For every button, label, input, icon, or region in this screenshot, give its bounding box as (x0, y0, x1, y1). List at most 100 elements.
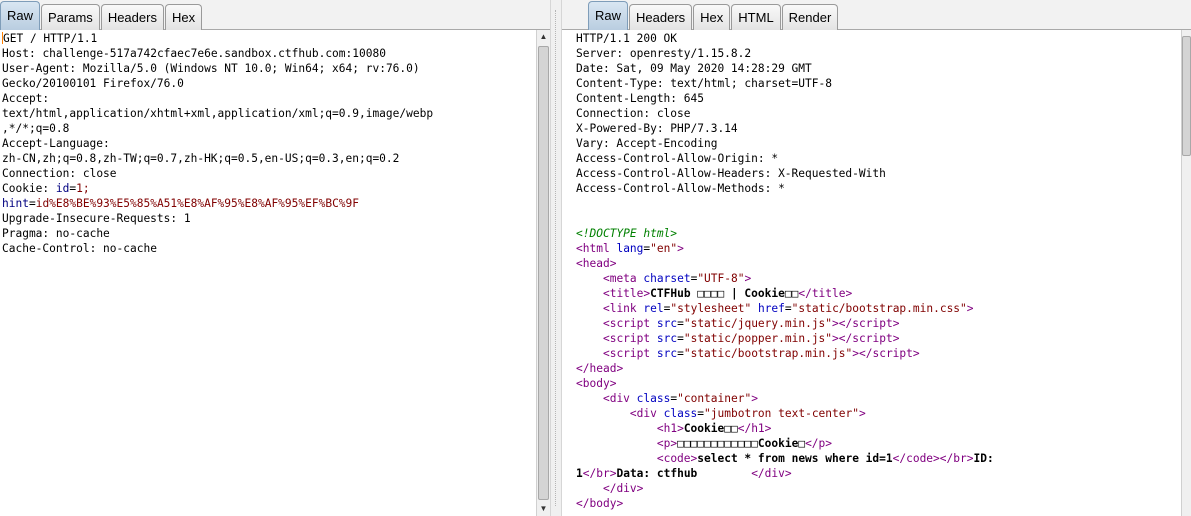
request-header-line: text/html,application/xhtml+xml,applicat… (2, 106, 536, 121)
html-bracket: < (602, 332, 610, 345)
response-tab-render[interactable]: Render (781, 4, 839, 30)
html-bracket: < (656, 452, 664, 465)
response-tab-headers[interactable]: Headers (629, 4, 693, 30)
response-header-line: Vary: Accept-Encoding (576, 136, 1181, 151)
html-attr: src (656, 347, 678, 360)
html-bracket: > (616, 362, 624, 375)
response-tabs: Raw Headers Hex HTML Render (588, 1, 839, 30)
request-header-line: Cookie: id=1; (2, 182, 90, 195)
script-line: <script src="static/jquery.min.js"></scr… (602, 317, 900, 330)
response-scroll-thumb[interactable] (1182, 36, 1191, 156)
header-name: Connection (2, 167, 70, 180)
header-continuation: Gecko/20100101 Firefox/76.0 (2, 77, 184, 90)
head-close-line: </head> (576, 361, 1181, 376)
meta-line: <meta charset="UTF-8"> (602, 272, 752, 285)
header-name: Upgrade-Insecure-Requests (2, 212, 171, 225)
request-tab-params[interactable]: Params (41, 4, 100, 30)
request-header-line: Host: challenge-517a742cfaec7e6e.sandbox… (2, 47, 386, 60)
html-bracket: < (656, 422, 664, 435)
scroll-down-arrow-icon[interactable]: ▼ (537, 502, 550, 516)
request-header-line: Upgrade-Insecure-Requests: 1 (2, 212, 191, 225)
html-bracket: < (602, 272, 610, 285)
request-editor[interactable]: GET / HTTP/1.1 Host: challenge-517a742cfa… (0, 30, 536, 516)
html-bracket: > (858, 407, 866, 420)
response-scrollbar[interactable] (1181, 30, 1191, 516)
html-tag-name: code (663, 452, 691, 465)
html-text: □□□□□□□□□□□□Cookie□ (677, 437, 806, 450)
request-header-line: Accept: (2, 92, 50, 105)
header-name: Pragma (2, 227, 43, 240)
body-close-line: </body> (576, 496, 1181, 511)
head-open-line: <head> (576, 256, 1181, 271)
splitter-grip[interactable] (555, 10, 558, 506)
scroll-up-arrow-icon[interactable]: ▲ (537, 30, 550, 44)
request-scrollbar[interactable]: ▲ ▼ (536, 30, 550, 516)
response-text[interactable]: HTTP/1.1 200 OK Server: openresty/1.15.8.… (562, 30, 1181, 511)
html-bracket: </ (798, 287, 812, 300)
html-attr-value: "UTF-8" (697, 272, 745, 285)
request-header-line: zh-CN,zh;q=0.8,zh-TW;q=0.7,zh-HK;q=0.5,e… (2, 151, 536, 166)
response-header: Content-Type: text/html; charset=UTF-8 (576, 77, 832, 90)
html-bracket: > (677, 422, 684, 435)
pane-splitter[interactable] (550, 0, 562, 516)
html-attr: class (663, 407, 698, 420)
html-tag-name: div (609, 392, 630, 405)
header-value: Mozilla/5.0 (Windows NT 10.0; Win64; x64… (82, 62, 420, 75)
html-tag-name: script (852, 317, 893, 330)
request-header-line: hint=id%E8%BE%93%E5%85%A51%E8%AF%95%E8%A… (2, 197, 360, 210)
code-line-continued: 1</br>Data: ctfhub </div> (576, 466, 1181, 481)
div-jumbotron-line: <div class="jumbotron text-center"> (629, 407, 866, 420)
html-attr-value: "static/jquery.min.js" (683, 317, 833, 330)
html-attr-value: "static/bootstrap.min.js" (683, 347, 853, 360)
html-bracket: > (892, 317, 900, 330)
link-line: <link rel="stylesheet" href="static/boot… (602, 302, 974, 315)
request-header-line: Cache-Control: no-cache (2, 242, 157, 255)
html-bracket: </ (939, 452, 954, 465)
title-line: <title>CTFHub □□□□ | Cookie□□</title> (576, 286, 1181, 301)
response-header-line: Date: Sat, 09 May 2020 14:28:29 GMT (576, 61, 1181, 76)
html-text: ID: (973, 452, 994, 465)
header-value: no-cache (103, 242, 157, 255)
header-name: User-Agent (2, 62, 70, 75)
request-tab-raw[interactable]: Raw (0, 1, 41, 30)
html-attr-value: "en" (650, 242, 678, 255)
html-text: select * from news where id=1 (697, 452, 893, 465)
status-line-text: HTTP/1.1 200 OK (576, 32, 678, 45)
request-text[interactable]: GET / HTTP/1.1 Host: challenge-517a742cfa… (0, 30, 536, 256)
request-tab-hex[interactable]: Hex (164, 4, 203, 30)
html-bracket: </ (576, 497, 590, 510)
html-bracket: </ (892, 452, 907, 465)
status-line: HTTP/1.1 200 OK (576, 31, 1181, 46)
response-header-line: Connection: close (576, 106, 1181, 121)
response-editor[interactable]: HTTP/1.1 200 OK Server: openresty/1.15.8.… (562, 30, 1181, 516)
response-tab-html[interactable]: HTML (731, 4, 781, 30)
html-tag-name: script (852, 332, 893, 345)
html-tag-name: script (609, 317, 651, 330)
html-bracket: < (656, 437, 664, 450)
html-bracket: </ (838, 317, 853, 330)
response-tab-hex[interactable]: Hex (693, 4, 731, 30)
request-header-line: Accept-Language: (2, 137, 110, 150)
html-bracket: </ (805, 437, 819, 450)
html-tag-name: script (609, 347, 651, 360)
html-bracket: </ (737, 422, 752, 435)
html-text: CTFHub □□□□ | Cookie□□ (650, 287, 799, 300)
html-tag-name: body (582, 377, 610, 390)
request-tab-headers[interactable]: Headers (100, 4, 164, 30)
header-continuation: ,*/*;q=0.8 (2, 122, 70, 135)
request-scroll-thumb[interactable] (538, 46, 549, 500)
response-header: X-Powered-By: PHP/7.3.14 (576, 122, 738, 135)
response-header-line: Content-Type: text/html; charset=UTF-8 (576, 76, 1181, 91)
html-tag-name: div (636, 407, 657, 420)
response-tab-raw[interactable]: Raw (588, 1, 629, 30)
header-continuation: zh-CN,zh;q=0.8,zh-TW;q=0.7,zh-HK;q=0.5,e… (2, 152, 400, 165)
html-bracket: </ (602, 482, 617, 495)
response-header: Date: Sat, 09 May 2020 14:28:29 GMT (576, 62, 812, 75)
request-line: GET / HTTP/1.1 (2, 31, 536, 46)
html-tag-name: h1 (663, 422, 678, 435)
header-value: challenge-517a742cfaec7e6e.sandbox.ctfhu… (42, 47, 386, 60)
request-header-line: Connection: close (2, 167, 117, 180)
response-header: Access-Control-Allow-Headers: X-Requeste… (576, 167, 886, 180)
html-attr-value: "stylesheet" (670, 302, 752, 315)
